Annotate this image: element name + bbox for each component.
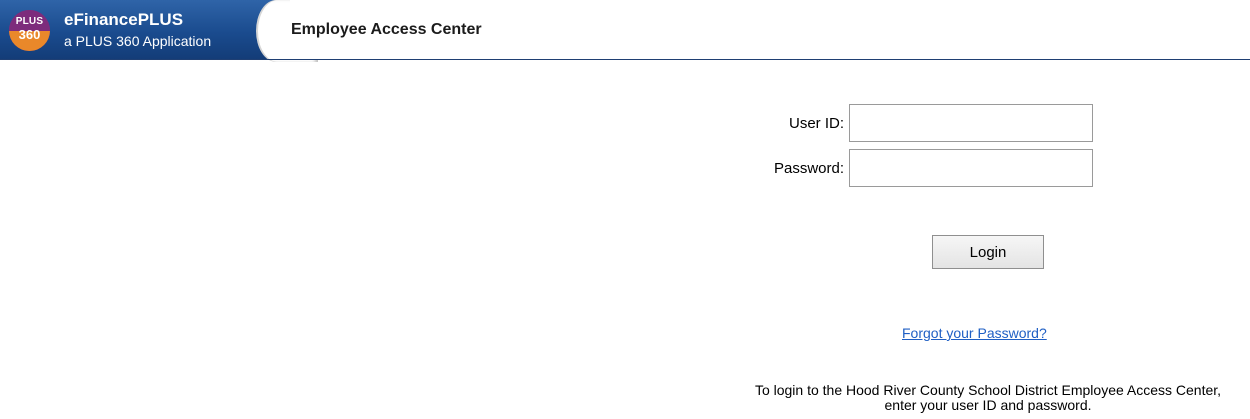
- login-instructions: To login to the Hood River County School…: [754, 382, 1222, 413]
- product-subtitle: a PLUS 360 Application: [64, 33, 212, 49]
- logo-text-360: 360: [18, 27, 41, 42]
- user-id-input[interactable]: [849, 104, 1093, 142]
- plus-360-logo-icon: PLUS 360: [9, 10, 50, 51]
- product-name: eFinancePLUS: [64, 10, 184, 29]
- logo-text-plus: PLUS: [15, 16, 44, 27]
- header-divider: [0, 59, 1250, 60]
- brand-banner: PLUS 360 eFinancePLUS a PLUS 360 Applica…: [0, 0, 290, 60]
- forgot-password-link[interactable]: Forgot your Password?: [902, 325, 1047, 341]
- password-input[interactable]: [849, 149, 1093, 187]
- user-id-label: User ID:: [788, 115, 844, 132]
- page-title: Employee Access Center: [291, 21, 482, 38]
- app-header: PLUS 360 eFinancePLUS a PLUS 360 Applica…: [0, 0, 1250, 62]
- login-button[interactable]: Login: [932, 235, 1044, 269]
- password-label: Password:: [773, 160, 844, 177]
